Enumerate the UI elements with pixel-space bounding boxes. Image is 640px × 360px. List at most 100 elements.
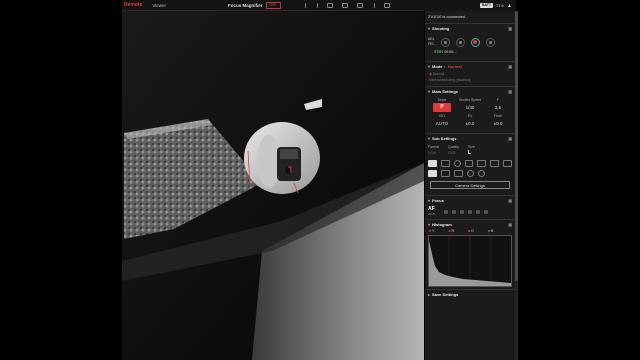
focus-step-5[interactable] [475, 209, 480, 214]
options-icon[interactable]: ▦ [508, 222, 512, 227]
chevron-down-icon: ▾ [428, 64, 431, 69]
exposure-mode-value[interactable]: P [433, 103, 451, 112]
dro-icon[interactable] [467, 170, 474, 177]
extra-button[interactable] [485, 37, 495, 47]
focus-magnifier-label: Focus Magnifier [228, 2, 263, 8]
chevron-down-icon: ▾ [428, 198, 431, 203]
wb-icon[interactable] [428, 170, 437, 177]
toolbar-icons [303, 2, 390, 8]
drive-icon[interactable] [464, 160, 474, 167]
focus-section: ▾ Focus ▦ AF AF-S [425, 195, 515, 219]
fel-button[interactable]: FEL [428, 42, 435, 47]
rotate-icon[interactable] [372, 2, 375, 8]
focus-magnifier-toggle[interactable]: OFF [265, 1, 281, 9]
save-settings-header[interactable]: ▸ Save Settings [425, 290, 515, 299]
shooting-section: ▾ Shooting ▦ AEL FEL STBY 00:00:... [425, 23, 515, 57]
focus-button[interactable] [440, 37, 450, 47]
iso-value[interactable]: AUTO [428, 118, 456, 130]
main-settings-header[interactable]: ▾ Main Settings ▦ [425, 87, 515, 96]
sub-icons-row-1 [428, 160, 512, 167]
mode-normal-option[interactable]: Normal [433, 72, 444, 76]
top-bar: Remote Viewer Focus Magnifier OFF [122, 0, 424, 11]
histogram-header[interactable]: ▾ Histogram ▦ [425, 220, 515, 229]
focus-title: Focus [432, 198, 444, 203]
timer-icon[interactable] [478, 170, 485, 177]
steady-icon[interactable] [453, 160, 461, 167]
options-icon[interactable]: ▦ [508, 198, 512, 203]
fnumber-value[interactable]: 3.5 [484, 102, 512, 114]
focus-step-2[interactable] [451, 209, 456, 214]
channel-r[interactable]: ■ R [448, 229, 454, 233]
format-value[interactable]: RAW [428, 149, 448, 157]
battery-icon: BATT [479, 3, 494, 8]
flash-value[interactable]: ±0.0 [484, 118, 512, 130]
live-view[interactable] [122, 11, 424, 360]
options-icon[interactable]: ▦ [508, 26, 512, 31]
guide-icon[interactable] [356, 2, 363, 8]
connection-status: ZV-E10 is connected. [428, 14, 467, 19]
chevron-down-icon: ▾ [428, 26, 431, 31]
af-mode[interactable]: AF AF-S [428, 206, 435, 217]
sub-settings-header[interactable]: ▾ Sub Settings ▦ [425, 134, 515, 143]
channel-g[interactable]: ■ G [468, 229, 474, 233]
focus-step-3[interactable] [459, 209, 464, 214]
photo-shutter-button[interactable] [455, 37, 465, 47]
mode-title: Mode : [432, 64, 445, 69]
mode-options: ◉ Normal Interval shooting (disabled) [425, 71, 515, 83]
file-icon[interactable] [440, 160, 450, 167]
grid-icon[interactable] [341, 2, 348, 8]
tab-viewer[interactable]: Viewer [152, 3, 166, 8]
af-sub-label: AF-S [428, 211, 435, 216]
record-button[interactable] [470, 37, 480, 47]
shooting-header[interactable]: ▾ Shooting ▦ [425, 24, 515, 33]
histogram-channels: ■ Y ■ R ■ G ■ B [425, 229, 515, 233]
main-settings-title: Main Settings [432, 89, 459, 94]
info-icon[interactable] [303, 2, 306, 8]
live-view-image [122, 11, 424, 360]
save-settings-title: Save Settings [432, 292, 459, 297]
battery-percent: 71% [496, 3, 505, 8]
fullscreen-icon[interactable] [383, 2, 390, 8]
frame-icon[interactable] [326, 2, 333, 8]
sub-settings-title: Sub Settings [432, 136, 457, 141]
aspect-icon[interactable] [428, 160, 437, 167]
options-icon[interactable]: ▦ [508, 136, 512, 141]
cloud-icon[interactable] [477, 160, 487, 167]
channel-y[interactable]: ■ Y [429, 229, 434, 233]
settings-menu-icon[interactable]: ▲ [507, 3, 512, 9]
chevron-down-icon: ▾ [428, 136, 431, 141]
sub-icons-row-2 [428, 170, 512, 177]
focus-dot-icon [443, 40, 447, 44]
ev-value[interactable]: ±0.0 [456, 118, 484, 130]
face-icon[interactable] [503, 160, 512, 167]
mode-header[interactable]: ▾ Mode : Normal ▦ [425, 62, 515, 71]
timecode: 00:00:... [444, 50, 457, 54]
app-title: Remote [124, 2, 143, 8]
creative-style-icon[interactable] [454, 170, 463, 177]
options-icon[interactable]: ▦ [508, 89, 512, 94]
shutter-speed-value[interactable]: 1/30 [456, 102, 484, 114]
shooting-title: Shooting [432, 26, 450, 31]
histogram-title: Histogram [432, 222, 452, 227]
camera-settings-button[interactable]: Camera Settings [430, 181, 510, 189]
chevron-right-icon: ▸ [428, 292, 431, 297]
radio-selected-icon[interactable]: ◉ [429, 72, 432, 76]
focus-step-6[interactable] [483, 209, 488, 214]
adjust-icon[interactable] [315, 2, 318, 8]
focus-step-4[interactable] [467, 209, 472, 214]
quality-value[interactable]: FINE [448, 149, 468, 157]
main-settings-section: ▾ Main Settings ▦ Mode Shutter Speed F P… [425, 86, 515, 133]
focus-header[interactable]: ▾ Focus ▦ [425, 196, 515, 205]
channel-b[interactable]: ■ B [488, 229, 493, 233]
save-settings-section: ▸ Save Settings [425, 289, 515, 299]
size-value[interactable]: L [468, 149, 488, 157]
options-icon[interactable]: ▦ [508, 64, 512, 69]
picture-profile-icon[interactable] [441, 170, 450, 177]
record-icon [473, 40, 478, 44]
right-margin [518, 0, 640, 360]
focus-step-1[interactable] [443, 209, 448, 214]
meter-icon[interactable] [490, 160, 500, 167]
control-panel: ZV-E10 is connected. ▾ Shooting ▦ AEL FE… [425, 11, 515, 360]
mode-interval-option[interactable]: Interval shooting (disabled) [429, 77, 515, 83]
chevron-down-icon: ▾ [428, 222, 431, 227]
